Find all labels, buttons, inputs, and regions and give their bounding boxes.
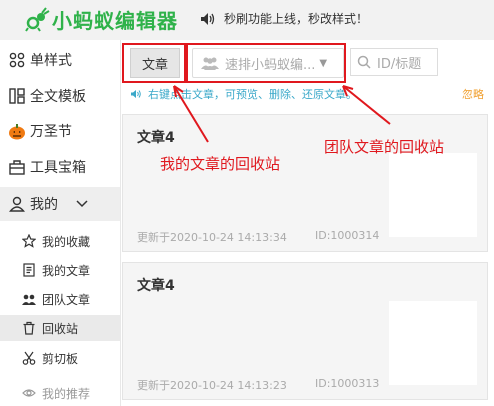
arrow-to-article-button <box>173 85 209 143</box>
arrow-to-team-select <box>342 85 391 125</box>
annotation-team-recycle: 团队文章的回收站 <box>324 138 445 156</box>
annotation-arrows <box>173 85 391 143</box>
annotation-my-recycle: 我的文章的回收站 <box>160 155 281 173</box>
